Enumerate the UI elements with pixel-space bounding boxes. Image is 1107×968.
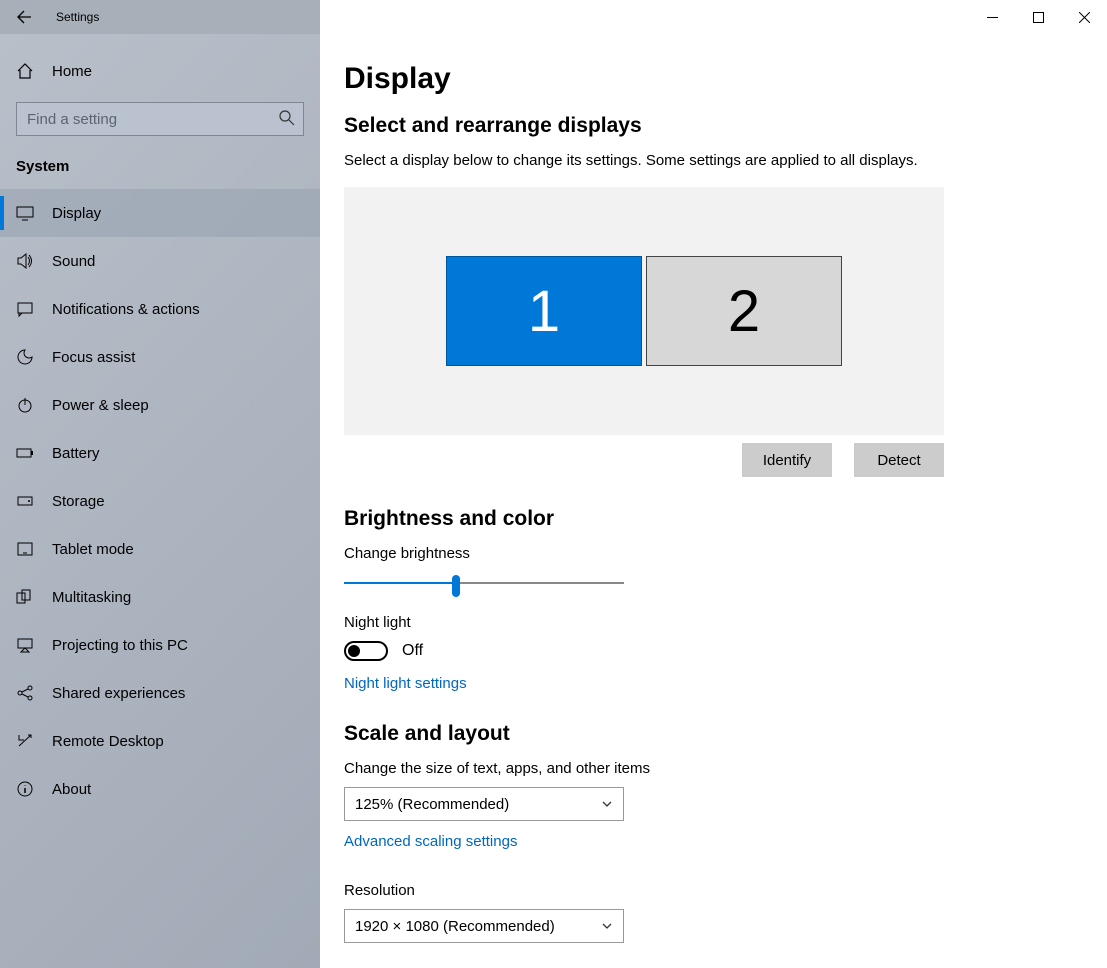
multitasking-icon bbox=[16, 588, 34, 606]
battery-icon bbox=[16, 444, 34, 462]
display-arrangement-area[interactable]: 1 2 bbox=[344, 187, 944, 435]
tablet-icon bbox=[16, 540, 34, 558]
search-input[interactable] bbox=[16, 102, 304, 136]
minimize-icon bbox=[987, 12, 998, 23]
brightness-heading: Brightness and color bbox=[344, 507, 1107, 531]
back-button[interactable] bbox=[0, 0, 48, 34]
search-icon bbox=[278, 109, 296, 127]
sidebar-item-projecting[interactable]: Projecting to this PC bbox=[0, 621, 320, 669]
sidebar-item-label: Multitasking bbox=[52, 589, 131, 606]
maximize-button[interactable] bbox=[1015, 0, 1061, 34]
sidebar-item-label: Storage bbox=[52, 493, 105, 510]
sidebar-group-label: System bbox=[0, 152, 320, 189]
sidebar-item-label: Shared experiences bbox=[52, 685, 185, 702]
sidebar-item-focus-assist[interactable]: Focus assist bbox=[0, 333, 320, 381]
sound-icon bbox=[16, 252, 34, 270]
sidebar-item-tablet-mode[interactable]: Tablet mode bbox=[0, 525, 320, 573]
titlebar: Settings bbox=[0, 0, 1107, 34]
chevron-down-icon bbox=[601, 920, 613, 932]
home-icon bbox=[16, 62, 34, 80]
power-icon bbox=[16, 396, 34, 414]
notifications-icon bbox=[16, 300, 34, 318]
resolution-label: Resolution bbox=[344, 882, 1107, 899]
resolution-value: 1920 × 1080 (Recommended) bbox=[355, 918, 555, 935]
nightlight-state: Off bbox=[402, 642, 423, 660]
resolution-dropdown[interactable]: 1920 × 1080 (Recommended) bbox=[344, 909, 624, 943]
arrange-helper-text: Select a display below to change its set… bbox=[344, 152, 984, 169]
back-arrow-icon bbox=[16, 9, 32, 25]
scale-label: Change the size of text, apps, and other… bbox=[344, 760, 1107, 777]
nightlight-settings-link[interactable]: Night light settings bbox=[344, 675, 467, 692]
home-label: Home bbox=[52, 63, 92, 80]
scale-heading: Scale and layout bbox=[344, 722, 1107, 746]
shared-icon bbox=[16, 684, 34, 702]
nightlight-label: Night light bbox=[344, 614, 1107, 631]
slider-fill bbox=[344, 582, 456, 584]
window-title: Settings bbox=[48, 10, 99, 24]
sidebar-item-label: About bbox=[52, 781, 91, 798]
brightness-label: Change brightness bbox=[344, 545, 1107, 562]
about-icon bbox=[16, 780, 34, 798]
close-icon bbox=[1079, 12, 1090, 23]
sidebar-item-label: Projecting to this PC bbox=[52, 637, 188, 654]
home-button[interactable]: Home bbox=[0, 48, 320, 94]
sidebar-item-battery[interactable]: Battery bbox=[0, 429, 320, 477]
sidebar-item-label: Display bbox=[52, 205, 101, 222]
toggle-knob bbox=[348, 645, 360, 657]
search-field[interactable] bbox=[16, 102, 304, 136]
monitor-1[interactable]: 1 bbox=[446, 256, 642, 366]
projecting-icon bbox=[16, 636, 34, 654]
minimize-button[interactable] bbox=[969, 0, 1015, 34]
sidebar-item-shared-experiences[interactable]: Shared experiences bbox=[0, 669, 320, 717]
sidebar-item-display[interactable]: Display bbox=[0, 189, 320, 237]
scale-dropdown[interactable]: 125% (Recommended) bbox=[344, 787, 624, 821]
sidebar-item-storage[interactable]: Storage bbox=[0, 477, 320, 525]
sidebar-item-label: Tablet mode bbox=[52, 541, 134, 558]
display-icon bbox=[16, 204, 34, 222]
advanced-scaling-link[interactable]: Advanced scaling settings bbox=[344, 833, 517, 850]
sidebar-item-multitasking[interactable]: Multitasking bbox=[0, 573, 320, 621]
sidebar-item-label: Battery bbox=[52, 445, 100, 462]
sidebar-item-label: Remote Desktop bbox=[52, 733, 164, 750]
brightness-slider[interactable] bbox=[344, 572, 624, 596]
scale-value: 125% (Recommended) bbox=[355, 796, 509, 813]
main-content: Display Select and rearrange displays Se… bbox=[320, 34, 1107, 968]
monitor-2[interactable]: 2 bbox=[646, 256, 842, 366]
detect-button[interactable]: Detect bbox=[854, 443, 944, 477]
maximize-icon bbox=[1033, 12, 1044, 23]
sidebar-item-notifications[interactable]: Notifications & actions bbox=[0, 285, 320, 333]
remote-desktop-icon bbox=[16, 732, 34, 750]
chevron-down-icon bbox=[601, 798, 613, 810]
sidebar-item-label: Sound bbox=[52, 253, 95, 270]
page-title: Display bbox=[344, 62, 1107, 96]
identify-button[interactable]: Identify bbox=[742, 443, 832, 477]
focus-assist-icon bbox=[16, 348, 34, 366]
sidebar: Home System Display Sound bbox=[0, 34, 320, 968]
sidebar-item-about[interactable]: About bbox=[0, 765, 320, 813]
storage-icon bbox=[16, 492, 34, 510]
sidebar-item-sound[interactable]: Sound bbox=[0, 237, 320, 285]
sidebar-item-label: Notifications & actions bbox=[52, 301, 200, 318]
sidebar-item-power-sleep[interactable]: Power & sleep bbox=[0, 381, 320, 429]
arrange-heading: Select and rearrange displays bbox=[344, 114, 1107, 138]
slider-thumb[interactable] bbox=[452, 575, 460, 597]
sidebar-item-label: Power & sleep bbox=[52, 397, 149, 414]
close-button[interactable] bbox=[1061, 0, 1107, 34]
sidebar-item-label: Focus assist bbox=[52, 349, 135, 366]
nightlight-toggle[interactable] bbox=[344, 641, 388, 661]
sidebar-item-remote-desktop[interactable]: Remote Desktop bbox=[0, 717, 320, 765]
